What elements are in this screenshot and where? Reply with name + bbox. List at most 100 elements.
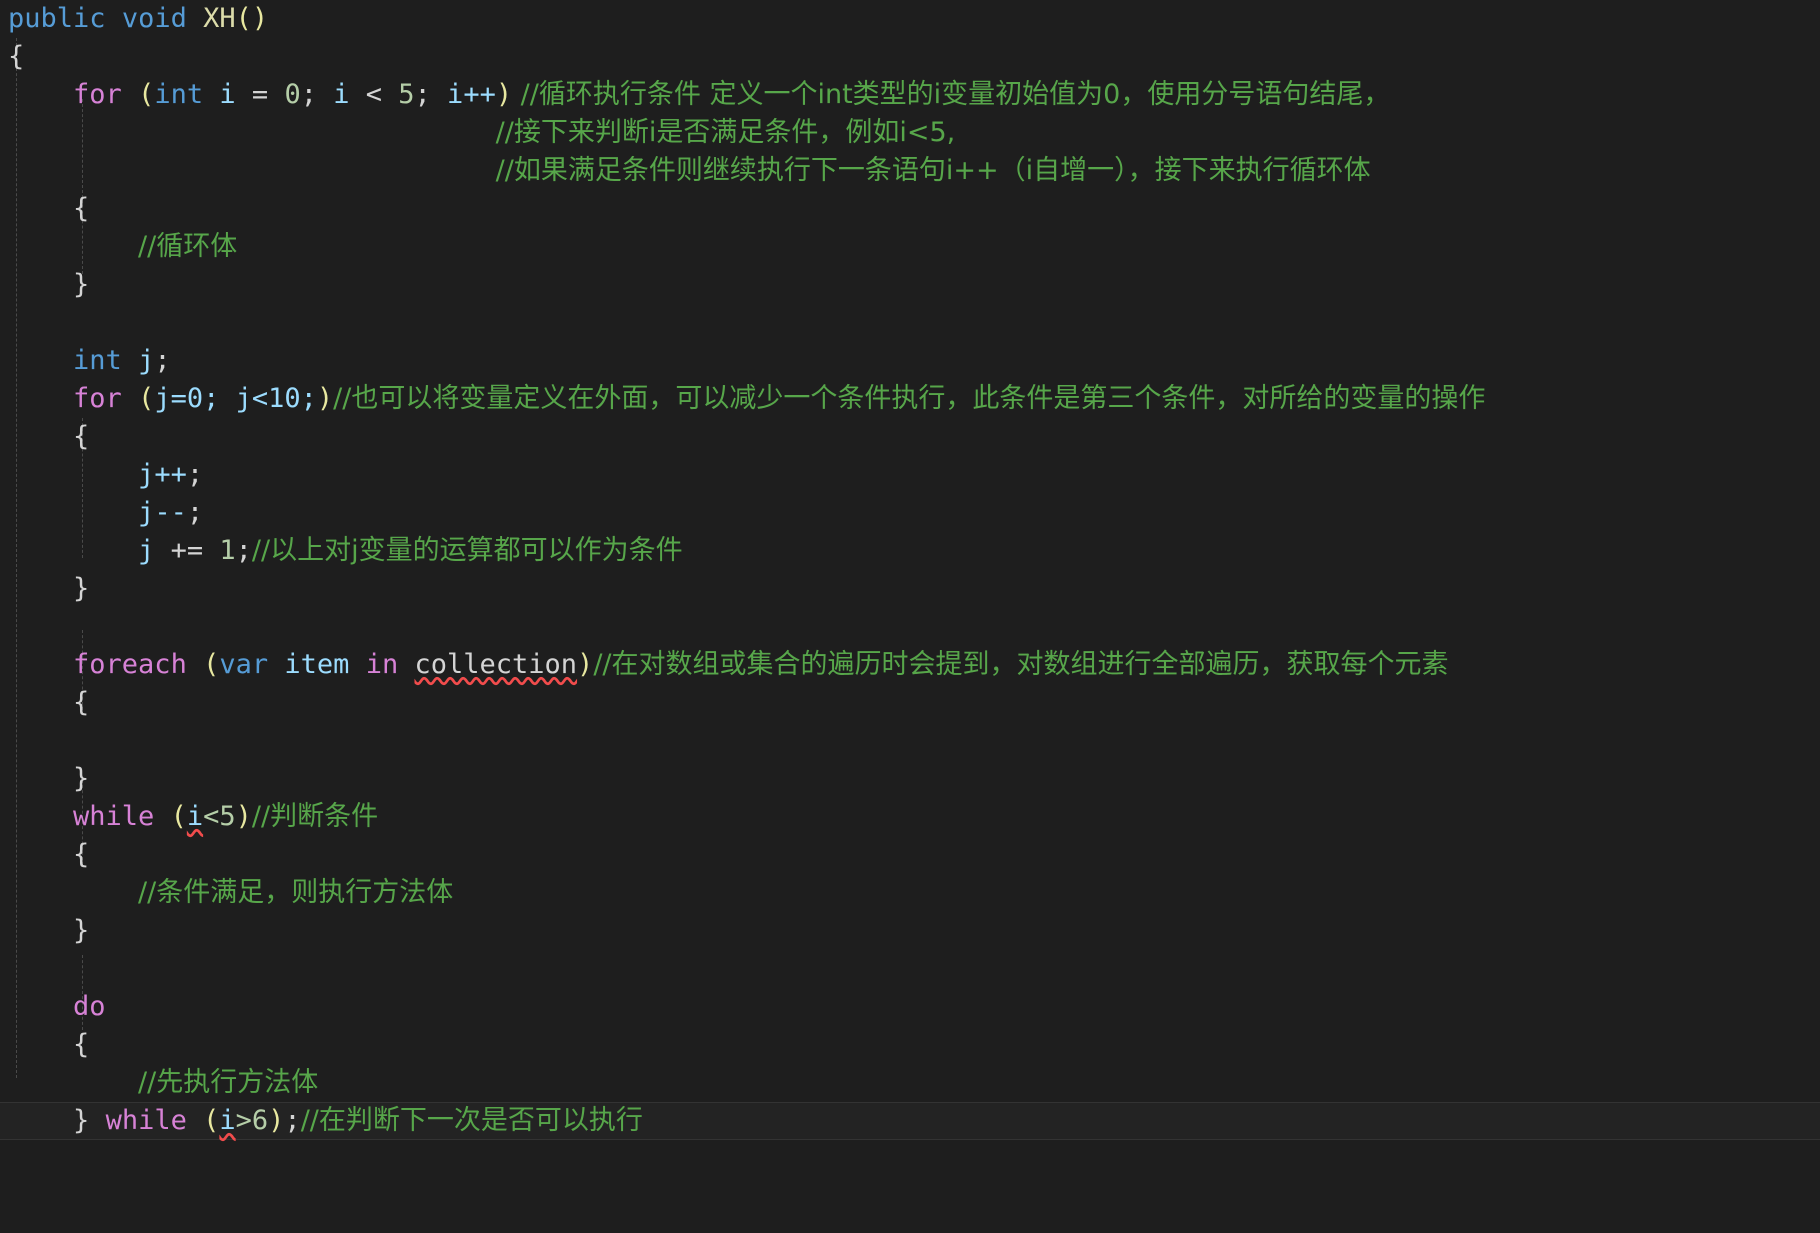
open-brace-for: { xyxy=(73,193,90,224)
code-line-7[interactable]: //循环体 xyxy=(0,228,1820,266)
increment-operator-j: ++ xyxy=(154,459,187,490)
method-parens: () xyxy=(235,3,269,34)
close-brace-while: } xyxy=(73,915,90,946)
close-brace-foreach: } xyxy=(73,763,90,794)
semicolon-do-while: ; xyxy=(284,1105,301,1136)
do-while-condition: >6 xyxy=(235,1105,269,1136)
keyword-foreach: foreach xyxy=(73,649,187,680)
keyword-var: var xyxy=(219,649,269,680)
code-line-26-blank[interactable] xyxy=(0,950,1820,988)
close-paren-while: ) xyxy=(235,801,252,832)
close-brace-for-j: } xyxy=(73,573,90,604)
semicolon-1: ; xyxy=(300,79,334,110)
code-line-9-blank[interactable] xyxy=(0,304,1820,342)
code-editor-surface[interactable]: public void XH() { for (int i = 0; i < 5… xyxy=(0,0,1820,1233)
open-brace-for-j: { xyxy=(73,421,90,452)
code-line-20-blank[interactable] xyxy=(0,722,1820,760)
code-line-8[interactable]: } xyxy=(0,266,1820,304)
semicolon-2: ; xyxy=(414,79,448,110)
close-paren-foreach: ) xyxy=(577,649,594,680)
keyword-void: void xyxy=(121,3,187,34)
number-one: 1 xyxy=(219,535,236,566)
while-condition: <5 xyxy=(203,801,236,832)
comment-execute-body-first: //先执行方法体 xyxy=(138,1067,319,1098)
code-line-15[interactable]: j += 1;//以上对j变量的运算都可以作为条件 xyxy=(0,532,1820,570)
code-line-14[interactable]: j--; xyxy=(0,494,1820,532)
open-paren-foreach: ( xyxy=(203,649,220,680)
identifier-j-plus-eq: j xyxy=(138,535,155,566)
keyword-for: for xyxy=(73,79,122,110)
code-line-28[interactable]: { xyxy=(0,1026,1820,1064)
identifier-j-decl: j xyxy=(138,345,155,376)
open-brace-do: { xyxy=(73,1029,90,1060)
code-line-23[interactable]: { xyxy=(0,836,1820,874)
number-five: 5 xyxy=(398,79,415,110)
close-paren-do-while: ) xyxy=(268,1105,285,1136)
code-line-27[interactable]: do xyxy=(0,988,1820,1026)
comment-loop-condition: //循环执行条件 定义一个int类型的i变量初始值为0，使用分号语句结尾， xyxy=(512,79,1391,110)
method-name-xh: XH xyxy=(203,3,236,34)
code-line-30-current[interactable]: } while (i>6);//在判断下一次是否可以执行 xyxy=(0,1102,1820,1140)
code-line-3[interactable]: for (int i = 0; i < 5; i++) //循环执行条件 定义一… xyxy=(0,76,1820,114)
type-int: int xyxy=(154,79,204,110)
comment-check-condition: //接下来判断i是否满足条件，例如i<5, xyxy=(495,117,956,148)
code-line-2[interactable]: { xyxy=(0,38,1820,76)
comment-loop-body: //循环体 xyxy=(138,231,238,262)
open-paren-for-j: ( xyxy=(138,383,155,414)
identifier-i-while-error: i xyxy=(186,801,204,832)
open-paren-while: ( xyxy=(170,801,187,832)
semicolon-j-decl: ; xyxy=(154,345,171,376)
close-brace-do: } xyxy=(73,1105,90,1136)
open-brace-while: { xyxy=(73,839,90,870)
less-than-operator: < xyxy=(349,79,399,110)
code-line-25[interactable]: } xyxy=(0,912,1820,950)
identifier-i: i xyxy=(219,79,236,110)
code-line-16[interactable]: } xyxy=(0,570,1820,608)
open-paren-for: ( xyxy=(138,79,155,110)
open-paren-do-while: ( xyxy=(203,1105,220,1136)
code-line-4[interactable]: //接下来判断i是否满足条件，例如i<5, xyxy=(0,114,1820,152)
number-zero: 0 xyxy=(284,79,301,110)
type-int-j: int xyxy=(73,345,122,376)
code-line-17-blank[interactable] xyxy=(0,608,1820,646)
keyword-in: in xyxy=(365,649,399,680)
code-line-22[interactable]: while (i<5)//判断条件 xyxy=(0,798,1820,836)
close-paren-for: ) xyxy=(495,79,513,110)
code-line-12[interactable]: { xyxy=(0,418,1820,456)
keyword-do: do xyxy=(73,991,106,1022)
code-line-6[interactable]: { xyxy=(0,190,1820,228)
decrement-operator-j: -- xyxy=(154,497,187,528)
comment-judge-next-time: //在判断下一次是否可以执行 xyxy=(300,1105,643,1136)
comment-judge-condition: //判断条件 xyxy=(251,801,379,832)
comment-if-satisfied: //如果满足条件则继续执行下一条语句i++（i自增一），接下来执行循环体 xyxy=(495,155,1371,186)
code-line-18[interactable]: foreach (var item in collection)//在对数组或集… xyxy=(0,646,1820,684)
comment-foreach-traverse: //在对数组或集合的遍历时会提到，对数组进行全部遍历，获取每个元素 xyxy=(593,649,1449,680)
comment-condition-met: //条件满足，则执行方法体 xyxy=(138,877,454,908)
code-line-21[interactable]: } xyxy=(0,760,1820,798)
code-line-24[interactable]: //条件满足，则执行方法体 xyxy=(0,874,1820,912)
code-line-1[interactable]: public void XH() xyxy=(0,0,1820,38)
code-line-11[interactable]: for (j=0; j<10;)//也可以将变量定义在外面，可以减少一个条件执行… xyxy=(0,380,1820,418)
identifier-item: item xyxy=(284,649,350,680)
code-line-19[interactable]: { xyxy=(0,684,1820,722)
identifier-i-cond: i xyxy=(333,79,350,110)
close-paren-for-j: ) xyxy=(316,383,334,414)
identifier-collection-error: collection xyxy=(414,649,578,680)
keyword-while-do: while xyxy=(105,1105,187,1136)
semicolon-j-plus-eq: ; xyxy=(235,535,252,566)
keyword-while: while xyxy=(73,801,155,832)
plus-equals-operator: += xyxy=(154,535,220,566)
semicolon-j-incr: ; xyxy=(186,459,204,490)
increment-operator: ++ xyxy=(463,79,496,110)
for-j-expression: j=0; j<10; xyxy=(154,383,317,414)
code-line-29[interactable]: //先执行方法体 xyxy=(0,1064,1820,1102)
code-line-5[interactable]: //如果满足条件则继续执行下一条语句i++（i自增一），接下来执行循环体 xyxy=(0,152,1820,190)
open-brace-foreach: { xyxy=(73,687,90,718)
code-line-10[interactable]: int j; xyxy=(0,342,1820,380)
identifier-i-do-while-error: i xyxy=(219,1105,236,1136)
open-brace-method: { xyxy=(8,41,25,72)
identifier-j-decr: j xyxy=(138,497,155,528)
assign-operator: = xyxy=(235,79,285,110)
code-line-13[interactable]: j++; xyxy=(0,456,1820,494)
keyword-public: public xyxy=(8,3,106,34)
